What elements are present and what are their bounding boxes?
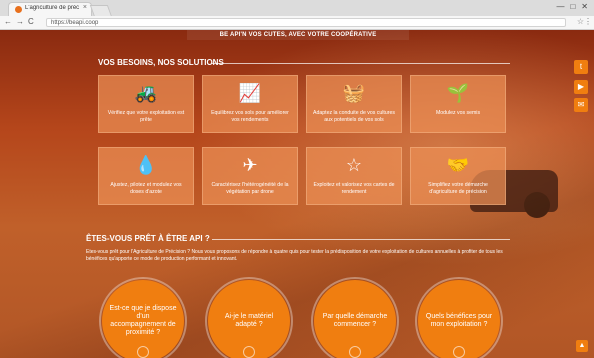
solution-card[interactable]: 🌱 Modulez vos semis — [410, 75, 506, 133]
back-icon[interactable]: ← — [4, 17, 12, 26]
favicon-icon — [15, 6, 22, 13]
star-map-icon: ☆ — [345, 155, 363, 175]
solution-card-label: Equilibrez vos sols pour améliorer vos r… — [211, 110, 289, 123]
question-circle[interactable]: Est-ce que je dispose d'un accompagnemen… — [99, 277, 187, 358]
ready-section-title: ÊTES-VOUS PRÊT À ÊTRE API ? — [86, 234, 210, 243]
arrow-circle-icon — [243, 346, 255, 358]
page-content: BE API'N VOS CUTES, AVEC VOTRE COOPÉRATI… — [0, 30, 594, 358]
question-label: Est-ce que je dispose d'un accompagnemen… — [109, 305, 177, 336]
browser-tab-bar: L'agriculture de précision × — □ ✕ — [0, 0, 594, 17]
bag-icon: 🧺 — [342, 83, 366, 103]
title-divider — [212, 239, 510, 240]
solution-card[interactable]: 🤝 Simplifiez votre démarche d'agricultur… — [410, 147, 506, 205]
youtube-icon[interactable]: ▶ — [574, 80, 588, 94]
question-circle[interactable]: Ai-je le matériel adapté ? — [205, 277, 293, 358]
twitter-icon[interactable]: t — [574, 60, 588, 74]
email-icon[interactable]: ✉ — [574, 98, 588, 112]
drone-icon: ✈ — [242, 155, 258, 175]
close-window-icon[interactable]: ✕ — [581, 2, 588, 11]
solution-card[interactable]: 🚜 Vérifiez que votre exploitation est pr… — [98, 75, 194, 133]
solution-card[interactable]: 🧺 Adaptez la conduite de vos cultures au… — [306, 75, 402, 133]
needs-section-title: VOS BESOINS, NOS SOLUTIONS — [98, 58, 224, 67]
browser-toolbar: ← → C https://beapi.coop ☆ ⋮ — [0, 16, 594, 30]
reload-icon[interactable]: C — [28, 17, 34, 26]
solution-card-label: Modulez vos semis — [435, 110, 481, 116]
solution-card-label: Exploitez et valorisez vos cartes de ren… — [313, 182, 395, 195]
arrow-circle-icon — [349, 346, 361, 358]
question-label: Quels bénéfices pour mon exploitation ? — [425, 313, 493, 328]
solution-card[interactable]: 📈 Equilibrez vos sols pour améliorer vos… — [202, 75, 298, 133]
scroll-top-button[interactable]: ▲ — [576, 340, 588, 352]
handshake-icon: 🤝 — [446, 155, 470, 175]
browser-tab[interactable]: L'agriculture de précision × — [8, 2, 92, 17]
arrow-circle-icon — [453, 346, 465, 358]
solution-card-label: Ajustez, pilotez et modulez vos doses d'… — [110, 182, 182, 195]
solution-card[interactable]: ✈ Caractérisez l'hétérogénéité de la vég… — [202, 147, 298, 205]
solution-card-label: Simplifiez votre démarche d'agriculture … — [428, 182, 488, 195]
question-label: Par quelle démarche commencer ? — [322, 313, 388, 328]
bookmark-star-icon[interactable]: ☆ — [577, 17, 584, 26]
solution-card-label: Caractérisez l'hétérogénéité de la végét… — [211, 182, 289, 195]
top-banner: BE API'N VOS CUTES, AVEC VOTRE COOPÉRATI… — [187, 30, 409, 40]
seed-icon: 🌱 — [446, 83, 470, 103]
question-circle[interactable]: Quels bénéfices pour mon exploitation ? — [415, 277, 503, 358]
solution-card-label: Adaptez la conduite de vos cultures aux … — [313, 110, 395, 123]
title-divider — [212, 63, 510, 64]
address-bar[interactable]: https://beapi.coop — [46, 18, 566, 27]
solution-card[interactable]: 💧 Ajustez, pilotez et modulez vos doses … — [98, 147, 194, 205]
chart-up-icon: 📈 — [238, 83, 262, 103]
ready-description: Etes-vous prêt pour l'Agriculture de Pré… — [86, 249, 503, 262]
menu-icon[interactable]: ⋮ — [584, 17, 592, 26]
close-tab-icon[interactable]: × — [83, 4, 87, 11]
solution-card-label: Vérifiez que votre exploitation est prêt… — [107, 110, 185, 123]
minimize-icon[interactable]: — — [556, 2, 564, 11]
question-label: Ai-je le matériel adapté ? — [224, 313, 274, 328]
question-circle[interactable]: Par quelle démarche commencer ? — [311, 277, 399, 358]
window-controls: — □ ✕ — [556, 2, 588, 11]
maximize-icon[interactable]: □ — [570, 2, 575, 11]
sprayer-icon: 💧 — [134, 155, 158, 175]
arrow-circle-icon — [137, 346, 149, 358]
solution-card[interactable]: ☆ Exploitez et valorisez vos cartes de r… — [306, 147, 402, 205]
tab-title: L'agriculture de précision — [25, 5, 79, 11]
forward-icon[interactable]: → — [16, 17, 24, 26]
tractor-icon: 🚜 — [134, 83, 158, 103]
